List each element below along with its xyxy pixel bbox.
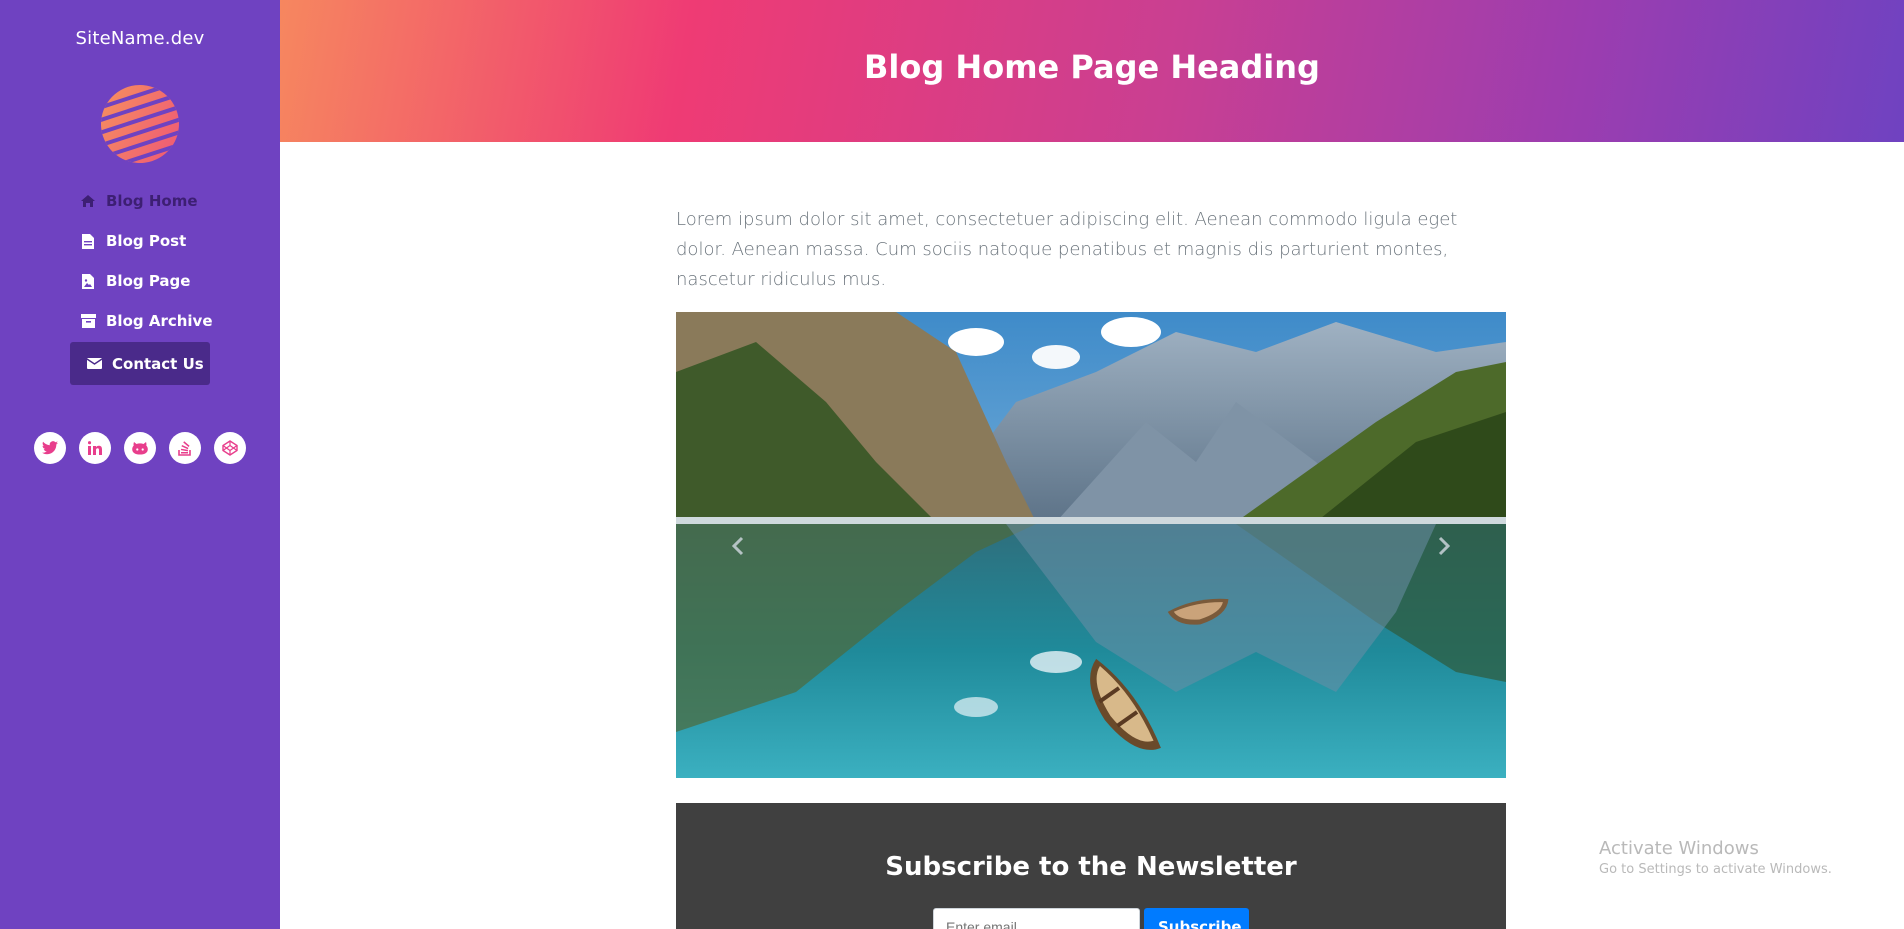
github-icon[interactable]	[124, 432, 156, 464]
newsletter-section: Subscribe to the Newsletter Subscribe	[676, 803, 1506, 929]
home-icon	[80, 193, 96, 209]
archive-icon	[80, 313, 96, 329]
striped-globe-logo[interactable]	[90, 74, 190, 174]
nav-blog-home[interactable]: Blog Home	[70, 181, 220, 221]
nav-label: Blog Archive	[106, 312, 213, 330]
image-carousel[interactable]	[676, 312, 1506, 778]
page-title: Blog Home Page Heading	[864, 48, 1320, 86]
nav-label: Blog Home	[106, 192, 198, 210]
nav-label: Contact Us	[112, 354, 204, 373]
file-image-icon	[80, 273, 96, 289]
watermark-subtitle: Go to Settings to activate Windows.	[1599, 862, 1832, 877]
page-header: Blog Home Page Heading	[280, 0, 1904, 142]
nav-label: Blog Post	[106, 232, 187, 250]
linkedin-icon[interactable]	[79, 432, 111, 464]
lead-paragraph: Lorem ipsum dolor sit amet, consectetuer…	[676, 209, 1458, 290]
mountain-lake-with-rowboats	[676, 312, 1506, 778]
carousel-prev-button[interactable]	[726, 532, 750, 560]
subscribe-button[interactable]: Subscribe	[1144, 908, 1249, 929]
site-name[interactable]: SiteName.dev	[0, 28, 280, 49]
nav-blog-page[interactable]: Blog Page	[70, 261, 220, 301]
social-links	[34, 432, 246, 464]
newsletter-title: Subscribe to the Newsletter	[885, 852, 1297, 882]
nav-blog-post[interactable]: Blog Post	[70, 221, 220, 261]
chevron-right-icon	[1438, 536, 1450, 556]
codepen-icon[interactable]	[214, 432, 246, 464]
sidebar: SiteName.dev Blog Home Blog Post Blog Pa…	[0, 0, 280, 929]
watermark-title: Activate Windows	[1599, 838, 1759, 859]
nav-blog-archive[interactable]: Blog Archive	[70, 301, 220, 341]
windows-activation-watermark: Activate Windows Go to Settings to activ…	[1599, 838, 1832, 880]
nav-contact-us[interactable]: Contact Us	[70, 342, 210, 385]
envelope-icon	[86, 356, 102, 372]
chevron-left-icon	[732, 536, 744, 556]
file-icon	[80, 233, 96, 249]
nav-label: Blog Page	[106, 272, 191, 290]
sidebar-nav: Blog Home Blog Post Blog Page Blog Archi…	[70, 181, 220, 385]
main-content: Lorem ipsum dolor sit amet, consectetuer…	[676, 205, 1506, 295]
email-input[interactable]	[933, 908, 1140, 929]
stack-overflow-icon[interactable]	[169, 432, 201, 464]
twitter-icon[interactable]	[34, 432, 66, 464]
carousel-next-button[interactable]	[1432, 532, 1456, 560]
